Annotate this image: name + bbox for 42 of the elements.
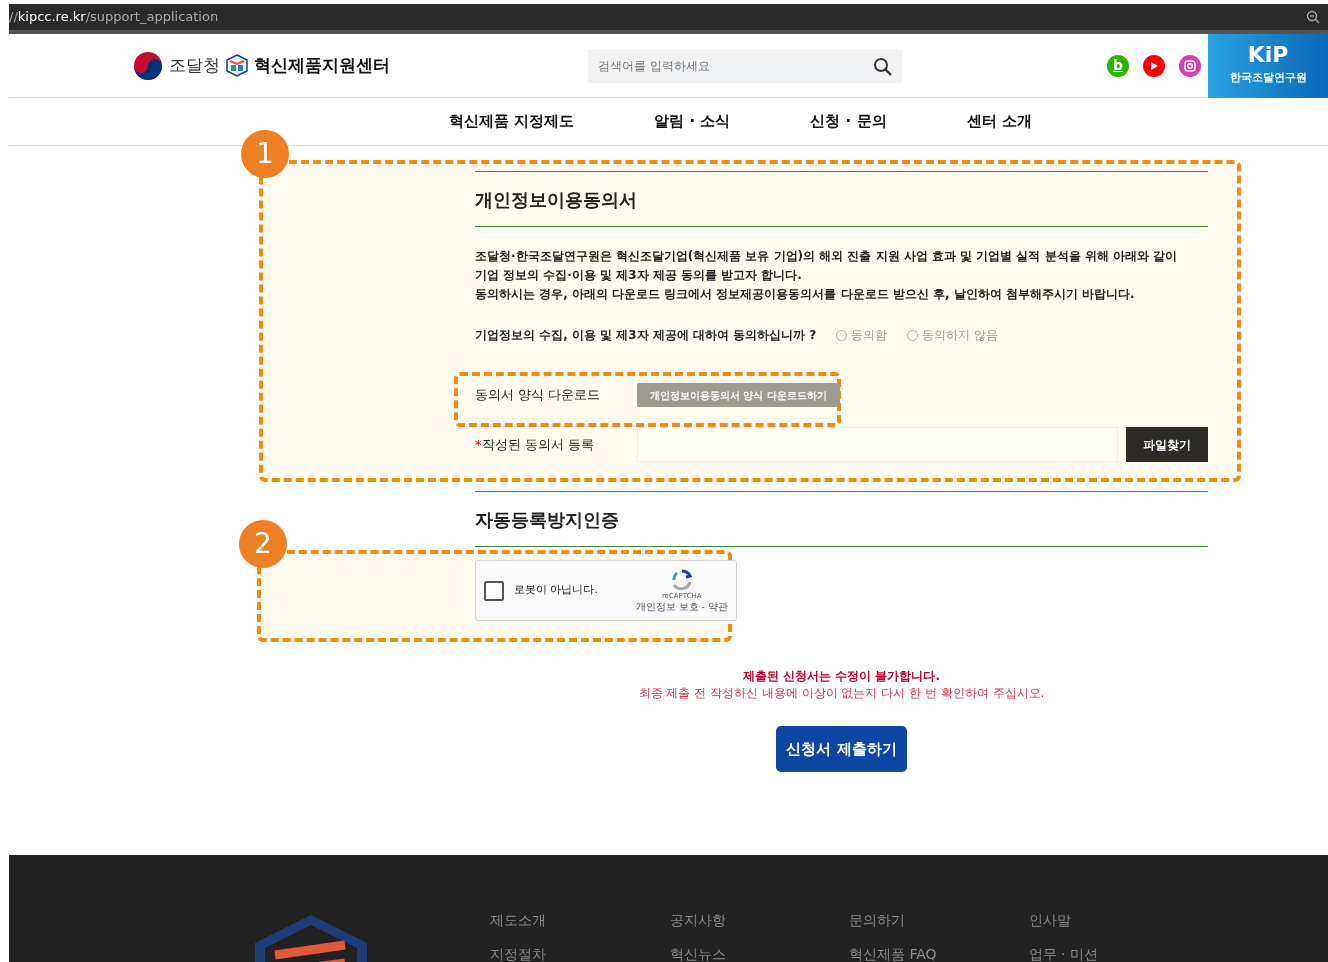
- consent-text: 조달청·한국조달연구원은 혁신조달기업(혁신제품 보유 기업)의 해외 진출 지원 사업 효과 및 기업별 실적 분석을 위해 아래와 같이 기업 정보의 수집·이용 및 제3자 제공 동의를 받고자 합니다.: [475, 248, 1179, 284]
- nav-menu-item[interactable]: 센터 소개: [966, 110, 1032, 133]
- footer-link[interactable]: 업무 · 미션: [1028, 944, 1208, 962]
- footer-link[interactable]: 문의하기: [849, 910, 1029, 931]
- blog-link[interactable]: b: [1107, 54, 1129, 77]
- captcha-checkbox[interactable]: [484, 580, 504, 601]
- cube-logo-icon: [226, 54, 248, 77]
- step-number-marker: 1: [241, 130, 289, 178]
- browse-file-button[interactable]: 파일찾기: [1126, 427, 1208, 462]
- camera-icon[interactable]: [1179, 54, 1201, 77]
- zoom-out-icon[interactable]: [1306, 10, 1320, 24]
- notice-text: 최종 제출 전 작성하신 내용에 이상이 없는지 다시 한 번 확인하여 주십시오.: [637, 685, 1046, 702]
- field-label: *작성된 동의서 등록: [475, 435, 595, 454]
- address-bar-url[interactable]: //kipcc.re.kr/support_application: [9, 7, 219, 27]
- step-number-marker: 2: [239, 520, 287, 568]
- footer-link[interactable]: 혁신제품 FAQ: [849, 944, 1029, 962]
- agency-name: 조달청: [169, 53, 220, 77]
- notice-text: 제출된 신청서는 수정이 불가합니다.: [741, 668, 942, 685]
- file-path-field[interactable]: [636, 427, 1119, 462]
- nav-menu-item[interactable]: 알림 · 소식: [654, 110, 731, 133]
- center-name: 혁신제품지원센터: [254, 53, 390, 77]
- section-title: 자동등록방지인증: [475, 508, 620, 532]
- section-title: 개인정보이용동의서: [475, 188, 638, 212]
- footer-link[interactable]: 지정절차: [490, 944, 670, 962]
- consent-question: 기업정보의 수집, 이용 및 제3자 제공에 대하여 동의하십니까 ?: [475, 327, 817, 344]
- nav-menu-item[interactable]: 신청 · 문의: [810, 110, 887, 133]
- field-label: 동의서 양식 다운로드: [475, 386, 602, 405]
- emblem-icon: [133, 50, 163, 81]
- play-icon[interactable]: [1143, 54, 1165, 77]
- footer-link[interactable]: 인사말: [1028, 910, 1208, 931]
- consent-text: 동의하시는 경우, 아래의 다운로드 링크에서 정보제공이용동의서를 다운로드 받으신 후, 날인하여 첨부해주시기 바랍니다.: [475, 286, 1136, 303]
- captcha-links[interactable]: 개인정보 보호 - 약관: [635, 600, 728, 614]
- footer-link[interactable]: 제도소개: [490, 910, 670, 931]
- nav-menu-item[interactable]: 혁신제품 지정제도: [449, 110, 575, 133]
- checkbox-label: 로봇이 아닙니다.: [514, 582, 599, 599]
- submit-button[interactable]: 신청서 제출하기: [776, 726, 907, 772]
- footer-link[interactable]: 혁신뉴스: [669, 944, 849, 962]
- footer-link[interactable]: 공지사항: [669, 910, 849, 931]
- search-field[interactable]: 검색어를 입력하세요: [588, 48, 902, 83]
- download-button[interactable]: 개인정보이용동의서 양식 다운로드하기: [637, 383, 840, 407]
- institute-logo[interactable]: KiP 한국조달연구원: [1208, 33, 1328, 98]
- search-icon[interactable]: [873, 56, 892, 76]
